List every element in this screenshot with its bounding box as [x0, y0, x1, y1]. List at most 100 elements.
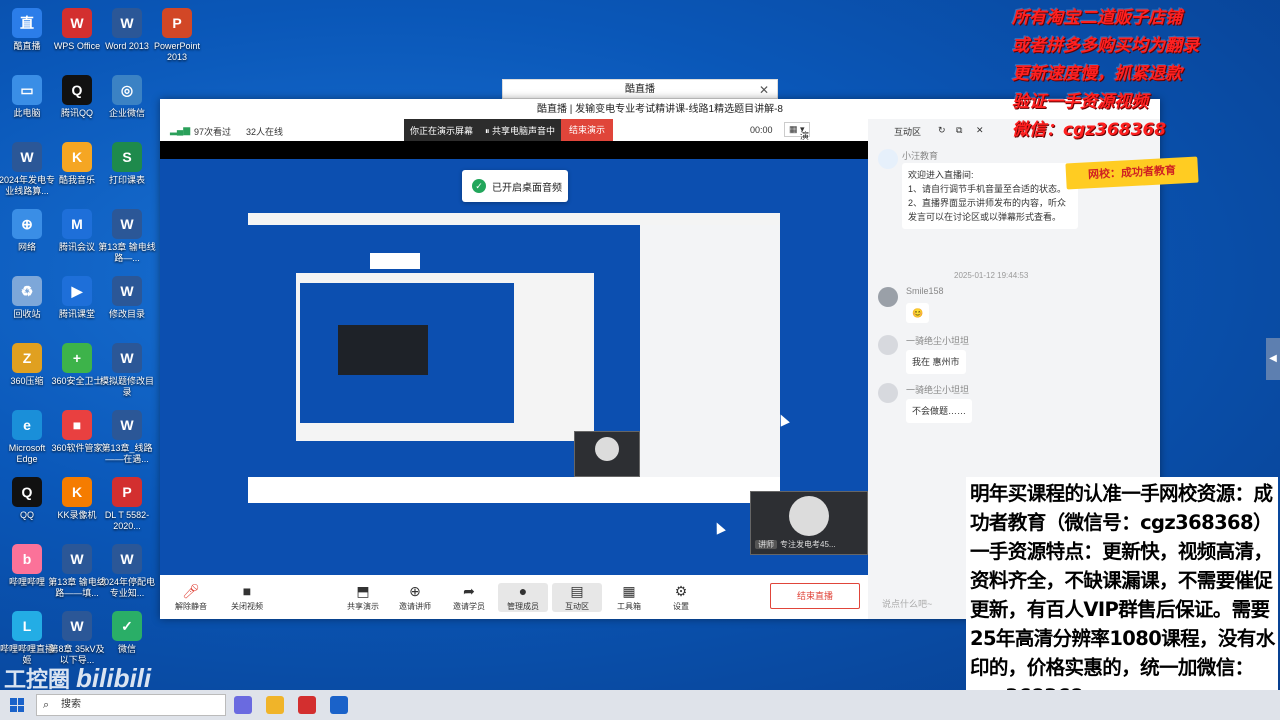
desktop-icon-label: PowerPoint 2013 [153, 41, 201, 62]
nested-chat-1 [640, 225, 780, 487]
app-icon: L [12, 611, 42, 641]
invite-icon: ⊕ [409, 583, 421, 599]
app-icon: W [62, 8, 92, 38]
panel-close-icon[interactable]: ✕ [976, 125, 984, 136]
mic-off-icon: 🎤︎ [182, 583, 200, 599]
start-button[interactable] [10, 698, 24, 712]
close-icon[interactable]: ✕ [759, 80, 769, 100]
desktop-icon[interactable]: W 2024年停配电专业知... [98, 544, 156, 599]
app-icon[interactable] [330, 696, 348, 714]
app-icon: ▭ [12, 75, 42, 105]
ad-warning-text: 所有淘宝二道贩子店铺 或者拼多多购买均为翻录 更新速度慢，抓紧退款 验证一手资源视频微… [1012, 4, 1280, 144]
invite-speaker-button[interactable]: ⊕ 邀请讲师 [390, 583, 440, 612]
app-icon: Q [12, 477, 42, 507]
desktop-icon[interactable]: W 模拟题修改目录 [98, 343, 156, 398]
chat-user: 一骑绝尘小坦坦 [906, 336, 970, 346]
chat-user: Smile158 [906, 286, 944, 296]
app-icon: ♻ [12, 276, 42, 306]
ad-line: 所有淘宝二道贩子店铺 [1012, 8, 1182, 28]
app-icon: + [62, 343, 92, 373]
desktop-icon[interactable]: W 修改目录 [98, 276, 156, 320]
unmute-button[interactable]: 🎤︎ 解除静音 [166, 583, 216, 612]
end-live-button[interactable]: 结束直播 [770, 583, 860, 609]
welcome-message: 欢迎进入直播间: 1、请自行调节手机音量至合适的状态。 2、直播界面显示讲师发布… [902, 163, 1078, 229]
side-expand-handle[interactable]: ◀ [1266, 338, 1280, 380]
desktop-icon-label: 第13章 输电线路—... [98, 242, 156, 263]
desktop-icon[interactable]: ✓ 微信 [98, 611, 156, 655]
app-icon: W [112, 343, 142, 373]
desktop-icon[interactable]: W 第13章 输电线路—... [98, 209, 156, 264]
app-icon: W [62, 544, 92, 574]
toolbox-button[interactable]: ▦ 工具箱 [604, 583, 654, 612]
app-icon: 直 [12, 8, 42, 38]
user-avatar [878, 383, 898, 403]
wps-icon[interactable] [298, 696, 316, 714]
app-icon: P [112, 477, 142, 507]
folder-icon[interactable] [266, 696, 284, 714]
app-icon: b [12, 544, 42, 574]
desktop-icon[interactable]: ◎ 企业微信 [98, 75, 156, 119]
signal-icon: ▂▄▆ [170, 125, 191, 135]
app-icon: P [162, 8, 192, 38]
taskbar-search[interactable]: ⌕ 搜索 [36, 694, 226, 716]
share-button[interactable]: ⬒ 共享演示 [338, 583, 388, 612]
camera-icon: ■ [242, 583, 252, 599]
nested-dark-panel [338, 325, 428, 375]
app-icon: W [112, 8, 142, 38]
user-avatar [878, 287, 898, 307]
live-subtitle: 酷直播 | 发输变电专业考试精讲课-线路1精选题目讲解-8 [160, 99, 1160, 119]
invite-student-button[interactable]: ➦ 邀请学员 [444, 583, 494, 612]
chat-icon: ▤ [570, 583, 584, 599]
chat-message: 不会做题…… [906, 399, 973, 423]
app-icon: W [112, 410, 142, 440]
app-icon: ■ [62, 410, 92, 440]
desktop-icon[interactable]: W 第13章_线路——在遇... [98, 410, 156, 465]
ad-line: 或者拼多多购买均为翻录 [1012, 36, 1199, 56]
refresh-icon[interactable]: ↻ [938, 125, 946, 136]
app-icon: W [112, 544, 142, 574]
app-icon: Z [12, 343, 42, 373]
desktop-icon-label: 修改目录 [108, 309, 145, 319]
panel-title: 互动区 [894, 127, 922, 137]
app-icon[interactable] [234, 696, 252, 714]
app-icon: M [62, 209, 92, 239]
online-count: 32人在线 [246, 127, 284, 137]
app-icon: S [112, 142, 142, 172]
desktop-icon[interactable]: P DL T 5582-2020... [98, 477, 156, 532]
gear-icon: ⚙ [674, 583, 688, 599]
timer: 00:00 [750, 125, 773, 135]
forward-icon: ➦ [463, 583, 475, 599]
app-icon: W [112, 276, 142, 306]
meeting-toolbar: 🎤︎ 解除静音 ■ 关闭视频 ⬒ 共享演示 ⊕ 邀请讲师 ➦ 邀请学员 ● 管理成员 ▤ 互动… [160, 575, 868, 619]
app-icon: Q [62, 75, 92, 105]
chat-input[interactable]: 说点什么吧~ [882, 597, 932, 610]
interact-button[interactable]: ▤ 互动区 [552, 583, 602, 612]
share-audio-toggle[interactable]: ⏸ 共享电脑声音中 [479, 124, 561, 137]
settings-button[interactable]: ⚙ 设置 [656, 583, 706, 612]
host-avatar [878, 149, 898, 169]
popout-icon[interactable]: ⧉ [956, 125, 962, 136]
desktop-icon[interactable]: S 打印课表 [98, 142, 156, 186]
presenting-bar: 你正在演示屏幕 ⏸ 共享电脑声音中 结束演示 [404, 119, 614, 141]
share-top-strip [160, 141, 868, 159]
app-icon: ✓ [112, 611, 142, 641]
desktop-icon[interactable]: P PowerPoint 2013 [148, 8, 206, 63]
speaker-webcam: 讲师 专注发电考45... [750, 491, 868, 555]
view-mode-select[interactable]: ▦ 演讲者视图 ▾ [784, 122, 810, 193]
end-presentation-button[interactable]: 结束演示 [561, 119, 614, 141]
app-icon: W [12, 142, 42, 172]
app-icon: K [62, 142, 92, 172]
watermark-left: 工控圈 [4, 667, 71, 692]
app-icon: K [62, 477, 92, 507]
nested-toolbar-1 [248, 477, 780, 503]
manage-members-button[interactable]: ● 管理成员 [498, 583, 548, 612]
desktop-icon-label: DL T 5582-2020... [104, 510, 150, 531]
bilibili-logo: bilibili [76, 663, 152, 693]
members-icon: ● [518, 583, 528, 599]
search-icon: ⌕ [43, 699, 50, 711]
desktop-audio-toast: ✓ 已开启桌面音频 [462, 170, 568, 202]
presenting-label: 你正在演示屏幕 [410, 125, 474, 136]
desktop-icon-label: 第13章_线路——在遇... [101, 443, 153, 464]
camera-button[interactable]: ■ 关闭视频 [222, 583, 272, 612]
nested-webcam [574, 431, 640, 477]
